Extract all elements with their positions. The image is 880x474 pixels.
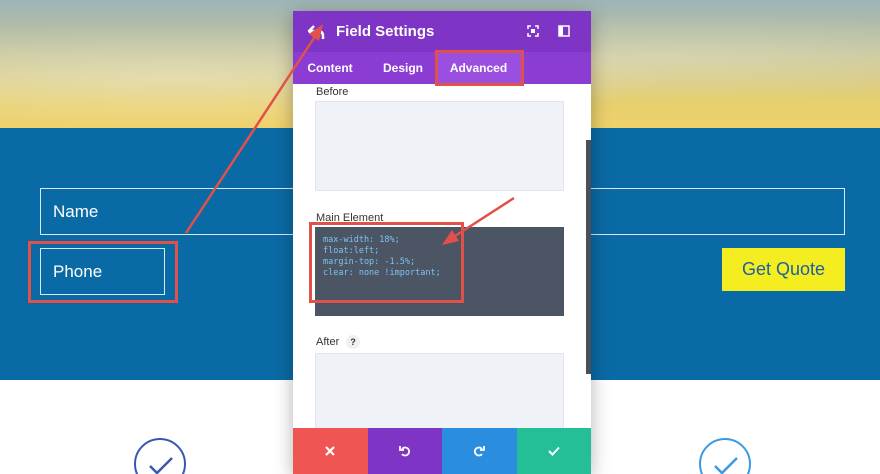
discard-button[interactable]	[293, 428, 368, 474]
main-element-annotation-box	[309, 222, 464, 303]
check-icon	[548, 446, 560, 456]
save-button[interactable]	[516, 428, 591, 474]
split-view-icon[interactable]	[558, 25, 570, 37]
redo-icon	[474, 446, 486, 457]
redo-button[interactable]	[442, 428, 517, 474]
undo-button[interactable]	[367, 428, 442, 474]
modal-title: Field Settings	[336, 23, 435, 40]
undo-icon	[398, 446, 410, 457]
scrollbar[interactable]	[586, 140, 591, 374]
fullscreen-icon[interactable]	[527, 25, 539, 37]
tab-content[interactable]: Content	[303, 52, 357, 84]
modal-footer	[293, 428, 591, 474]
after-label: After	[316, 336, 340, 348]
before-label: Before	[316, 86, 349, 98]
help-icon[interactable]: ?	[346, 335, 360, 349]
page: Name Phone Get Quote Field Settings Cont…	[0, 0, 880, 474]
before-textarea[interactable]	[315, 101, 564, 191]
close-icon	[325, 446, 336, 456]
name-placeholder: Name	[53, 202, 99, 221]
modal-header: Field Settings	[293, 11, 591, 52]
advanced-tab-annotation-box	[435, 50, 524, 86]
phone-annotation-box	[28, 241, 178, 303]
get-quote-button[interactable]: Get Quote	[722, 248, 845, 291]
back-icon[interactable]	[307, 23, 325, 41]
tab-design[interactable]: Design	[377, 52, 429, 84]
